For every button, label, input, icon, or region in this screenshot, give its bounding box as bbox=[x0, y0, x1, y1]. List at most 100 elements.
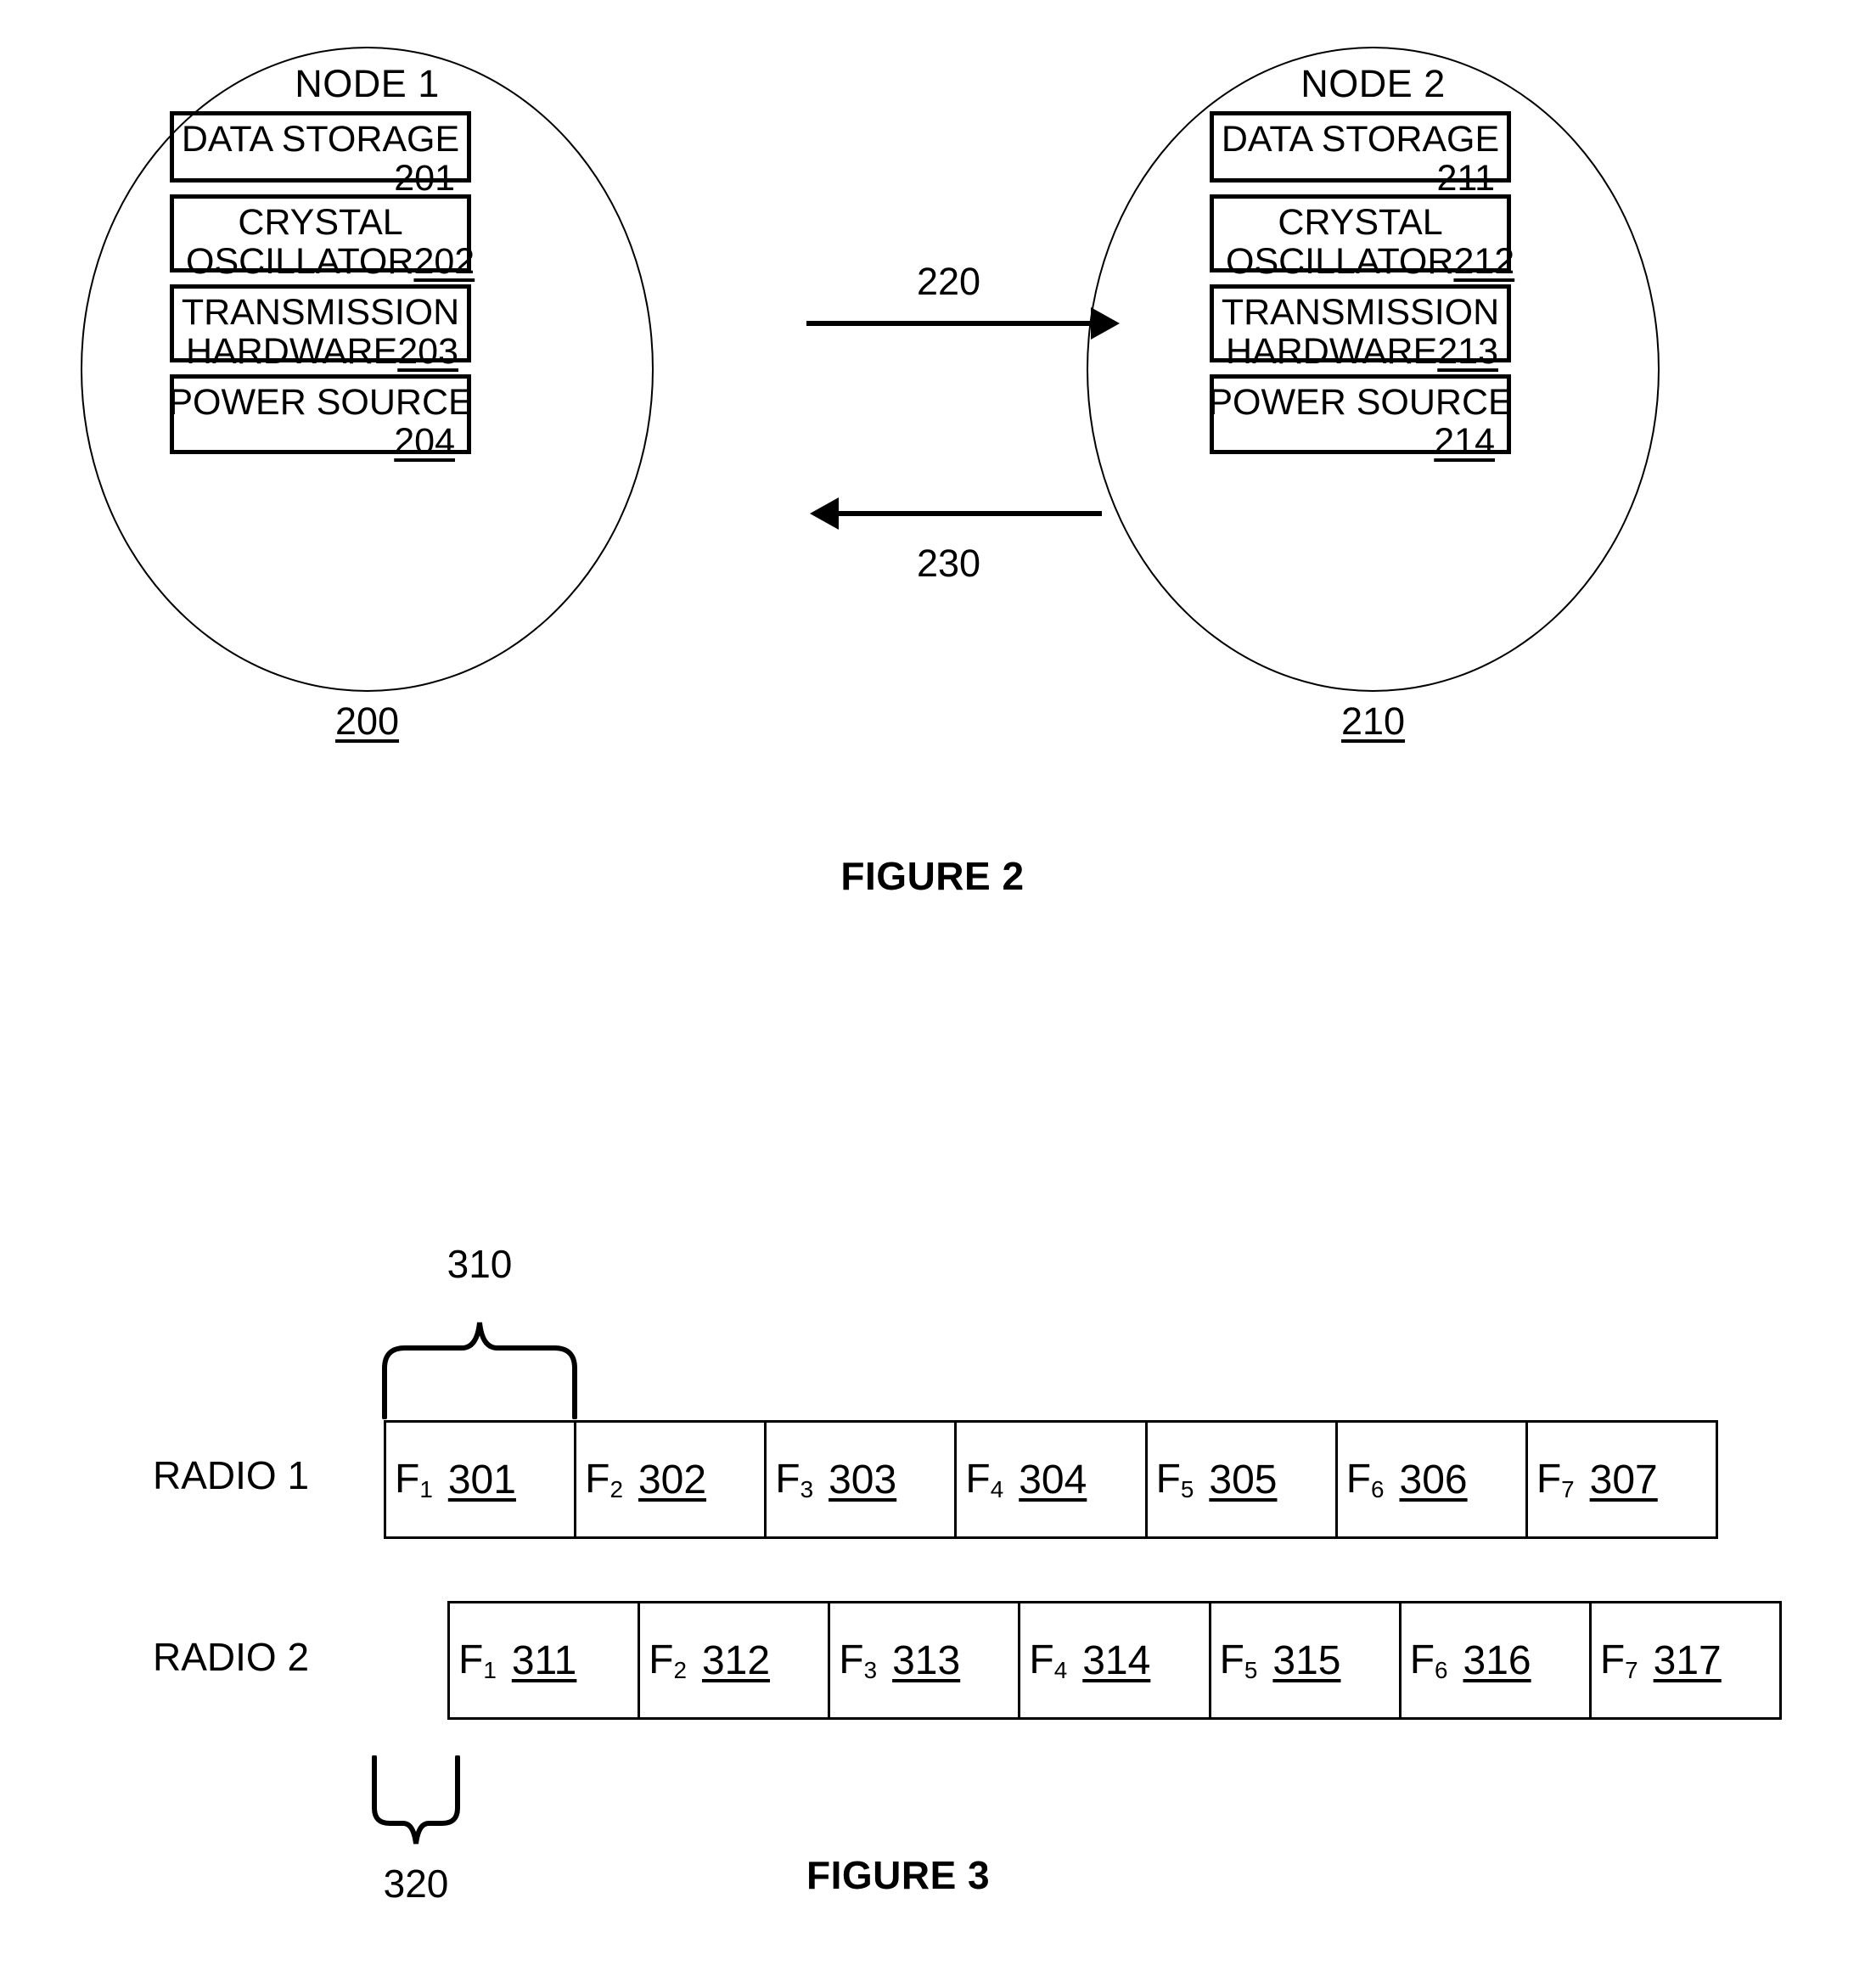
frequency-label: F6 bbox=[1345, 1456, 1385, 1503]
frequency-label: F2 bbox=[649, 1637, 687, 1684]
radio-1-label: RADIO 1 bbox=[153, 1453, 310, 1497]
component-label: CRYSTAL bbox=[238, 202, 403, 243]
cell-ref-num: 306 bbox=[1399, 1457, 1468, 1502]
node-1-title: NODE 1 bbox=[295, 62, 440, 105]
component-label-2: HARDWARE bbox=[1226, 330, 1438, 372]
component-box-crystal-oscillator-2: CRYSTAL OSCILLATOR 212 bbox=[1210, 194, 1514, 280]
radio-2-cell-5[interactable]: F5 315 bbox=[1211, 1603, 1402, 1717]
cell-ref-num: 303 bbox=[829, 1457, 897, 1502]
frequency-subscript: 4 bbox=[990, 1476, 1004, 1503]
frequency-subscript: 1 bbox=[419, 1476, 433, 1503]
frequency-subscript: 7 bbox=[1625, 1657, 1638, 1684]
arrow-220-label: 220 bbox=[916, 260, 981, 303]
node-2-components: DATA STORAGE 211 CRYSTAL OSCILLATOR 212 … bbox=[1208, 111, 1514, 460]
cell-ref-num: 313 bbox=[892, 1637, 961, 1683]
node-2-ref-num: 210 bbox=[1340, 699, 1406, 743]
frequency-label: F7 bbox=[1599, 1637, 1638, 1684]
frequency-subscript: 3 bbox=[863, 1657, 878, 1684]
frequency-label: F1 bbox=[395, 1456, 433, 1503]
node-1-components: DATA STORAGE 201 CRYSTAL OSCILLATOR 202 … bbox=[168, 111, 475, 460]
component-label: TRANSMISSION bbox=[181, 292, 460, 333]
frequency-label: F5 bbox=[1155, 1456, 1194, 1503]
component-label-2: HARDWARE bbox=[186, 330, 398, 372]
component-ref-num: 214 bbox=[1434, 420, 1495, 462]
cell-ref-num: 307 bbox=[1589, 1457, 1658, 1502]
arrow-220-head-icon bbox=[1091, 307, 1120, 340]
cell-ref-num: 301 bbox=[447, 1457, 516, 1502]
figure-3-caption: FIGURE 3 bbox=[806, 1853, 991, 1897]
brace-320-icon bbox=[369, 1755, 463, 1849]
component-ref-num: 203 bbox=[397, 330, 458, 372]
component-box-data-storage-1: DATA STORAGE 201 bbox=[170, 111, 471, 197]
radio-1-cell-1[interactable]: F1 301 bbox=[386, 1423, 577, 1536]
radio-1-table: F1 301 F2 302 F3 303 F4 304 F5 305 F6 30… bbox=[384, 1420, 1718, 1539]
component-ref-num: 204 bbox=[394, 420, 455, 462]
radio-1-cell-6[interactable]: F6 306 bbox=[1338, 1423, 1528, 1536]
cell-ref-num: 312 bbox=[701, 1637, 771, 1683]
arrow-220-line bbox=[806, 321, 1091, 326]
cell-ref-num: 305 bbox=[1209, 1457, 1278, 1502]
frequency-subscript: 1 bbox=[483, 1657, 497, 1684]
frequency-subscript: 7 bbox=[1561, 1476, 1575, 1503]
radio-2-cell-3[interactable]: F3 313 bbox=[830, 1603, 1021, 1717]
arrow-230-line bbox=[839, 511, 1102, 516]
frequency-subscript: 4 bbox=[1053, 1657, 1068, 1684]
frequency-label: F4 bbox=[965, 1456, 1004, 1503]
brace-310-label: 310 bbox=[447, 1242, 513, 1286]
component-ref-num: 213 bbox=[1437, 330, 1498, 372]
radio-1-cell-7[interactable]: F7 307 bbox=[1528, 1423, 1716, 1536]
frequency-label: F6 bbox=[1409, 1637, 1448, 1684]
component-label: DATA STORAGE bbox=[181, 119, 460, 160]
frequency-label: F3 bbox=[775, 1456, 814, 1503]
cell-ref-num: 316 bbox=[1463, 1637, 1531, 1683]
node-1-ref-num: 200 bbox=[334, 699, 400, 743]
frequency-subscript: 5 bbox=[1180, 1476, 1194, 1503]
brace-310-icon bbox=[380, 1317, 579, 1420]
frequency-subscript: 6 bbox=[1371, 1476, 1385, 1503]
frequency-subscript: 2 bbox=[609, 1476, 623, 1503]
frequency-subscript: 2 bbox=[673, 1657, 687, 1684]
frequency-label: F5 bbox=[1219, 1637, 1258, 1684]
frequency-label: F7 bbox=[1536, 1456, 1575, 1503]
cell-ref-num: 317 bbox=[1653, 1637, 1722, 1683]
component-label: POWER SOURCE bbox=[1208, 382, 1513, 423]
frequency-subscript: 5 bbox=[1244, 1657, 1258, 1684]
component-box-transmission-hardware-1: TRANSMISSION HARDWARE 203 bbox=[170, 284, 471, 370]
component-label: DATA STORAGE bbox=[1221, 119, 1500, 160]
component-box-power-source-2: POWER SOURCE 214 bbox=[1208, 374, 1513, 460]
radio-1-cell-2[interactable]: F2 302 bbox=[576, 1423, 767, 1536]
radio-2-label: RADIO 2 bbox=[153, 1635, 310, 1679]
component-box-power-source-1: POWER SOURCE 204 bbox=[168, 374, 473, 460]
radio-2-cell-7[interactable]: F7 317 bbox=[1592, 1603, 1779, 1717]
cell-ref-num: 311 bbox=[511, 1637, 577, 1683]
radio-2-table: F1 311 F2 312 F3 313 F4 314 F5 315 F6 31… bbox=[447, 1601, 1782, 1720]
node-2-title: NODE 2 bbox=[1300, 62, 1446, 105]
radio-1-cell-3[interactable]: F3 303 bbox=[767, 1423, 958, 1536]
radio-2-cell-6[interactable]: F6 316 bbox=[1402, 1603, 1592, 1717]
radio-1-cell-5[interactable]: F5 305 bbox=[1148, 1423, 1338, 1536]
radio-2-cell-2[interactable]: F2 312 bbox=[640, 1603, 831, 1717]
radio-2-cell-1[interactable]: F1 311 bbox=[450, 1603, 641, 1717]
component-label: TRANSMISSION bbox=[1221, 292, 1500, 333]
figure-2-caption: FIGURE 2 bbox=[840, 854, 1025, 898]
cell-ref-num: 302 bbox=[638, 1457, 707, 1502]
brace-320-svg bbox=[372, 1755, 460, 1845]
component-ref-num: 202 bbox=[413, 240, 475, 282]
component-label-2: OSCILLATOR bbox=[186, 240, 414, 282]
component-box-crystal-oscillator-1: CRYSTAL OSCILLATOR 202 bbox=[170, 194, 475, 280]
component-ref-num: 211 bbox=[1436, 157, 1495, 199]
component-label-2: OSCILLATOR bbox=[1226, 240, 1454, 282]
brace-310-svg bbox=[382, 1322, 577, 1420]
frequency-label: F1 bbox=[458, 1637, 497, 1684]
cell-ref-num: 304 bbox=[1019, 1457, 1087, 1502]
cell-ref-num: 315 bbox=[1272, 1637, 1341, 1683]
component-box-transmission-hardware-2: TRANSMISSION HARDWARE 213 bbox=[1210, 284, 1511, 370]
radio-2-cell-4[interactable]: F4 314 bbox=[1020, 1603, 1211, 1717]
frequency-label: F4 bbox=[1029, 1637, 1068, 1684]
frequency-subscript: 6 bbox=[1435, 1657, 1448, 1684]
component-label: CRYSTAL bbox=[1278, 202, 1443, 243]
radio-1-cell-4[interactable]: F4 304 bbox=[957, 1423, 1148, 1536]
component-ref-num: 212 bbox=[1453, 240, 1515, 282]
component-ref-num: 201 bbox=[394, 157, 455, 199]
arrow-230-label: 230 bbox=[916, 542, 981, 585]
